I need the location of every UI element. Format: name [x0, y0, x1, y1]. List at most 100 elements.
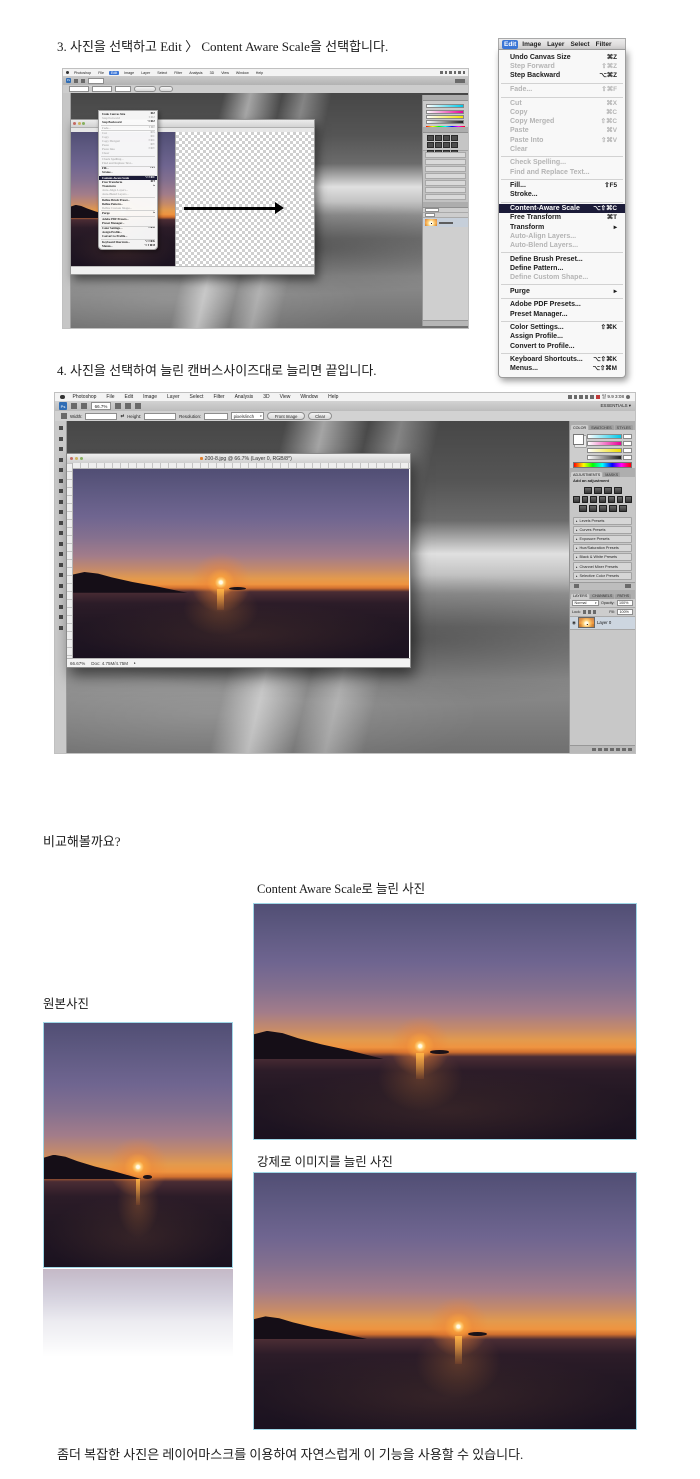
menu-item-step-backward[interactable]: Step Backward⌥⌘Z [499, 71, 625, 80]
menu-item-stroke[interactable]: Stroke... [499, 190, 625, 199]
menubar-item-image[interactable]: Image [122, 71, 136, 75]
cyan-slider[interactable] [587, 434, 622, 439]
status-icon[interactable] [463, 71, 466, 74]
menubar-item-image[interactable]: Image [141, 394, 159, 400]
layer-mask-icon[interactable] [604, 748, 608, 752]
menu-item-free-transform[interactable]: Free Transform⌘T [499, 213, 625, 222]
height-field[interactable] [144, 413, 176, 420]
adjustment-icon[interactable] [617, 496, 624, 504]
menu-item-menus[interactable]: Menus...⌥⇧⌘M [499, 364, 625, 373]
adjustment-icon[interactable] [427, 135, 434, 141]
close-button[interactable] [73, 122, 76, 125]
wifi-icon[interactable] [579, 395, 583, 399]
preset-group-curves-presets[interactable]: ▸Curves Presets [573, 526, 632, 534]
menubar-item-filter[interactable]: Filter [211, 394, 226, 400]
adjustment-icon[interactable] [443, 142, 450, 148]
tool-icon[interactable] [59, 489, 63, 493]
yellow-slider[interactable] [587, 448, 622, 453]
front-image-button[interactable]: Front Image [267, 412, 305, 421]
tool-icon[interactable] [59, 594, 63, 598]
adjustment-icon[interactable] [443, 135, 450, 141]
adjustment-icon[interactable] [604, 487, 612, 495]
fill-select[interactable] [425, 213, 435, 218]
menubar-item-edit[interactable]: Edit [122, 394, 135, 400]
tool-icon[interactable] [59, 531, 63, 535]
front-image-button[interactable] [134, 86, 156, 93]
zoom-icon[interactable] [81, 79, 85, 83]
menubar-item-filter[interactable]: Filter [594, 40, 614, 49]
tool-icon[interactable] [59, 552, 63, 556]
adjustment-icon[interactable] [589, 505, 597, 513]
input-language-icon[interactable] [596, 395, 600, 399]
adjustment-icon[interactable] [599, 496, 606, 504]
bluetooth-icon[interactable] [574, 395, 578, 399]
opacity-select[interactable]: 100% [617, 600, 633, 607]
tool-icon[interactable] [59, 510, 63, 514]
menu-item-keyboard-shortcuts[interactable]: Keyboard Shortcuts...⌥⇧⌘K [499, 355, 625, 364]
apple-logo-icon[interactable] [60, 395, 65, 400]
spotlight-icon[interactable] [626, 395, 630, 399]
adjustment-icon[interactable] [599, 505, 607, 513]
yellow-slider[interactable] [426, 115, 464, 119]
black-value-box[interactable] [623, 455, 632, 460]
black-slider[interactable] [426, 120, 464, 124]
apple-logo-icon[interactable] [66, 71, 69, 74]
preset-group-exposure-presets[interactable] [425, 166, 466, 172]
layer-row[interactable]: ◉ Layer 0 [570, 617, 635, 630]
menu-item-convert-to-profile[interactable]: Convert to Profile... [499, 342, 625, 351]
status-icon[interactable] [449, 71, 452, 74]
menu-item-undo-canvas-size[interactable]: Undo Canvas Size⌘Z [499, 53, 625, 62]
adjustment-icon[interactable] [625, 496, 632, 504]
view-icon[interactable] [74, 79, 78, 83]
tool-icon[interactable] [59, 573, 63, 577]
menubar-item-analysis[interactable]: Analysis [233, 394, 256, 400]
tool-icon[interactable] [59, 605, 63, 609]
menubar-item-3d[interactable]: 3D [261, 394, 271, 400]
bridge-icon[interactable] [71, 403, 77, 409]
lock-all-icon[interactable] [593, 610, 596, 614]
workspace-switcher[interactable]: ESSENTIALS ▾ [600, 403, 631, 409]
adjustment-icon[interactable] [427, 142, 434, 148]
view-extras-icon[interactable] [81, 403, 87, 409]
menubar-item-edit[interactable]: Edit [109, 71, 119, 75]
status-icon[interactable] [454, 71, 457, 74]
cyan-value-box[interactable] [623, 434, 632, 439]
tool-icon[interactable] [59, 468, 63, 472]
menubar-item-select[interactable]: Select [155, 71, 169, 75]
adjustment-icon[interactable] [451, 142, 458, 148]
adjustment-layer-icon[interactable] [610, 748, 614, 752]
menubar-item-select[interactable]: Select [188, 394, 206, 400]
preset-group-curves-presets[interactable] [425, 159, 466, 165]
menubar-item-file[interactable]: File [96, 71, 106, 75]
minimize-button[interactable] [75, 457, 78, 460]
preset-group-selective-color-presets[interactable]: ▸Selective Color Presets [573, 572, 632, 580]
tool-icon[interactable] [59, 542, 63, 546]
lock-transparency-icon[interactable] [583, 610, 586, 614]
preset-group-exposure-presets[interactable]: ▸Exposure Presets [573, 535, 632, 543]
menu-item-content-aware-scale[interactable]: Content-Aware Scale⌥⇧⌘C [499, 204, 625, 213]
height-field[interactable] [92, 86, 112, 92]
adjustment-icon[interactable] [435, 135, 442, 141]
status-zoom[interactable]: 66.67% [70, 661, 85, 666]
preset-group-channel-mixer-presets[interactable] [425, 187, 466, 193]
status-icon[interactable] [445, 71, 448, 74]
menubar-item-edit[interactable]: Edit [502, 40, 518, 49]
menubar-item-photoshop[interactable]: Photoshop [71, 394, 99, 400]
magenta-slider[interactable] [587, 441, 622, 446]
tool-icon[interactable] [59, 447, 63, 451]
menubar-item-photoshop[interactable]: Photoshop [72, 71, 93, 75]
close-button[interactable] [70, 457, 73, 460]
adjustment-icon[interactable] [619, 505, 627, 513]
zoom-level-box[interactable]: 66.7% [91, 402, 111, 410]
menu-item-assign-profile[interactable]: Assign Profile... [499, 332, 625, 341]
menu-item-purge[interactable]: Purge▸ [499, 287, 625, 296]
tool-icon[interactable] [59, 615, 63, 619]
switch-panel-icon[interactable] [574, 584, 579, 588]
menubar-item-layer[interactable]: Layer [139, 71, 152, 75]
tool-icon[interactable] [59, 437, 63, 441]
adjustment-icon[interactable] [614, 487, 622, 495]
resolution-unit-select[interactable]: pixels/inch▾ [231, 412, 264, 420]
menubar-item-file[interactable]: File [104, 394, 116, 400]
preset-group-selective-color-presets[interactable] [425, 194, 466, 200]
menubar-item-layer[interactable]: Layer [165, 394, 182, 400]
